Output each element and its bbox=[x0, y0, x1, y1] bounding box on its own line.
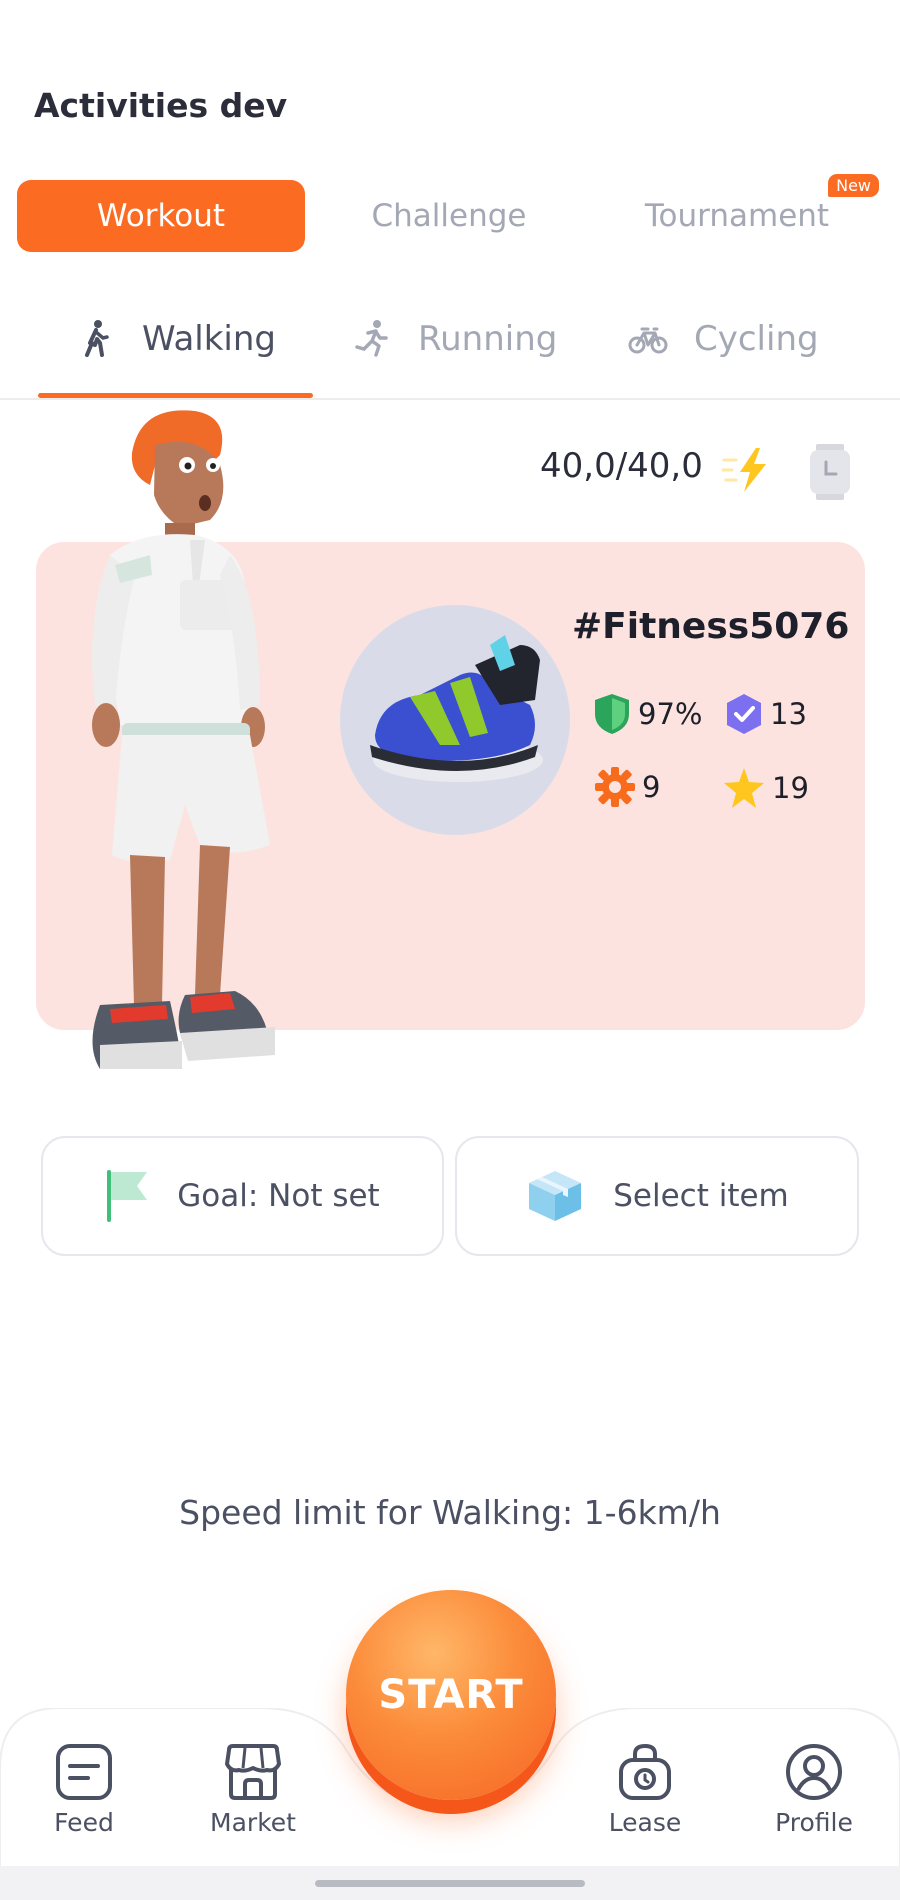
select-item-button[interactable]: Select item bbox=[455, 1136, 859, 1256]
start-label: START bbox=[378, 1672, 524, 1718]
select-item-label: Select item bbox=[613, 1178, 789, 1214]
nav-profile-label: Profile bbox=[775, 1808, 853, 1837]
tab-running-label: Running bbox=[418, 319, 558, 359]
durability-value: 97% bbox=[638, 697, 703, 731]
tab-challenge-label: Challenge bbox=[371, 198, 527, 234]
luck-value: 19 bbox=[772, 771, 809, 805]
level-value: 13 bbox=[770, 697, 807, 731]
tab-walking-label: Walking bbox=[142, 319, 276, 359]
page-title: Activities dev bbox=[34, 86, 288, 125]
lease-icon bbox=[619, 1743, 671, 1800]
tab-divider bbox=[0, 398, 900, 400]
item-name: #Fitness5076 bbox=[572, 606, 850, 647]
nav-market[interactable]: Market bbox=[193, 1742, 313, 1837]
tab-workout[interactable]: Workout bbox=[17, 180, 305, 252]
tab-running[interactable]: Running bbox=[352, 305, 557, 373]
nav-feed-label: Feed bbox=[54, 1808, 114, 1837]
watch-icon[interactable] bbox=[808, 444, 852, 500]
nav-lease[interactable]: Lease bbox=[585, 1742, 705, 1837]
tab-cycling[interactable]: Cycling bbox=[628, 305, 819, 373]
energy-value: 40,0/40,0 bbox=[540, 446, 703, 486]
efficiency-value: 9 bbox=[642, 770, 661, 804]
level-stat: 13 bbox=[724, 692, 807, 736]
nav-lease-label: Lease bbox=[608, 1808, 682, 1837]
avatar-character bbox=[92, 410, 275, 1069]
efficiency-stat: 9 bbox=[594, 766, 660, 808]
running-icon bbox=[352, 319, 392, 359]
box-icon bbox=[529, 1171, 582, 1221]
star-icon bbox=[724, 768, 764, 808]
home-indicator bbox=[315, 1880, 585, 1887]
new-badge: New bbox=[828, 174, 879, 197]
lightning-icon bbox=[722, 448, 766, 492]
shield-icon bbox=[595, 694, 629, 734]
goal-button[interactable]: Goal: Not set bbox=[41, 1136, 444, 1256]
tab-tournament[interactable]: Tournament New bbox=[593, 174, 881, 252]
feed-icon bbox=[56, 1744, 112, 1800]
nav-profile[interactable]: Profile bbox=[754, 1742, 874, 1837]
nav-feed[interactable]: Feed bbox=[24, 1742, 144, 1837]
tab-challenge[interactable]: Challenge bbox=[305, 180, 593, 252]
durability-stat: 97% bbox=[592, 692, 702, 736]
start-button[interactable]: START bbox=[346, 1590, 556, 1800]
speed-limit-text: Speed limit for Walking: 1-6km/h bbox=[179, 1493, 721, 1532]
goal-label: Goal: Not set bbox=[177, 1178, 380, 1214]
tab-workout-label: Workout bbox=[96, 198, 226, 234]
shoe-thumbnail[interactable] bbox=[340, 605, 570, 835]
flag-icon bbox=[107, 1170, 148, 1222]
badge-check-icon bbox=[727, 694, 761, 734]
profile-icon bbox=[786, 1744, 842, 1800]
gear-icon bbox=[595, 767, 635, 807]
market-icon bbox=[225, 1744, 281, 1800]
nav-market-label: Market bbox=[210, 1808, 296, 1837]
sneaker-icon bbox=[370, 635, 543, 782]
tab-walking[interactable]: Walking bbox=[76, 305, 276, 373]
bicycle-icon bbox=[628, 319, 668, 359]
walking-icon bbox=[76, 319, 116, 359]
luck-stat: 19 bbox=[722, 766, 809, 810]
tab-tournament-label: Tournament bbox=[644, 198, 830, 234]
tab-cycling-label: Cycling bbox=[694, 319, 819, 359]
